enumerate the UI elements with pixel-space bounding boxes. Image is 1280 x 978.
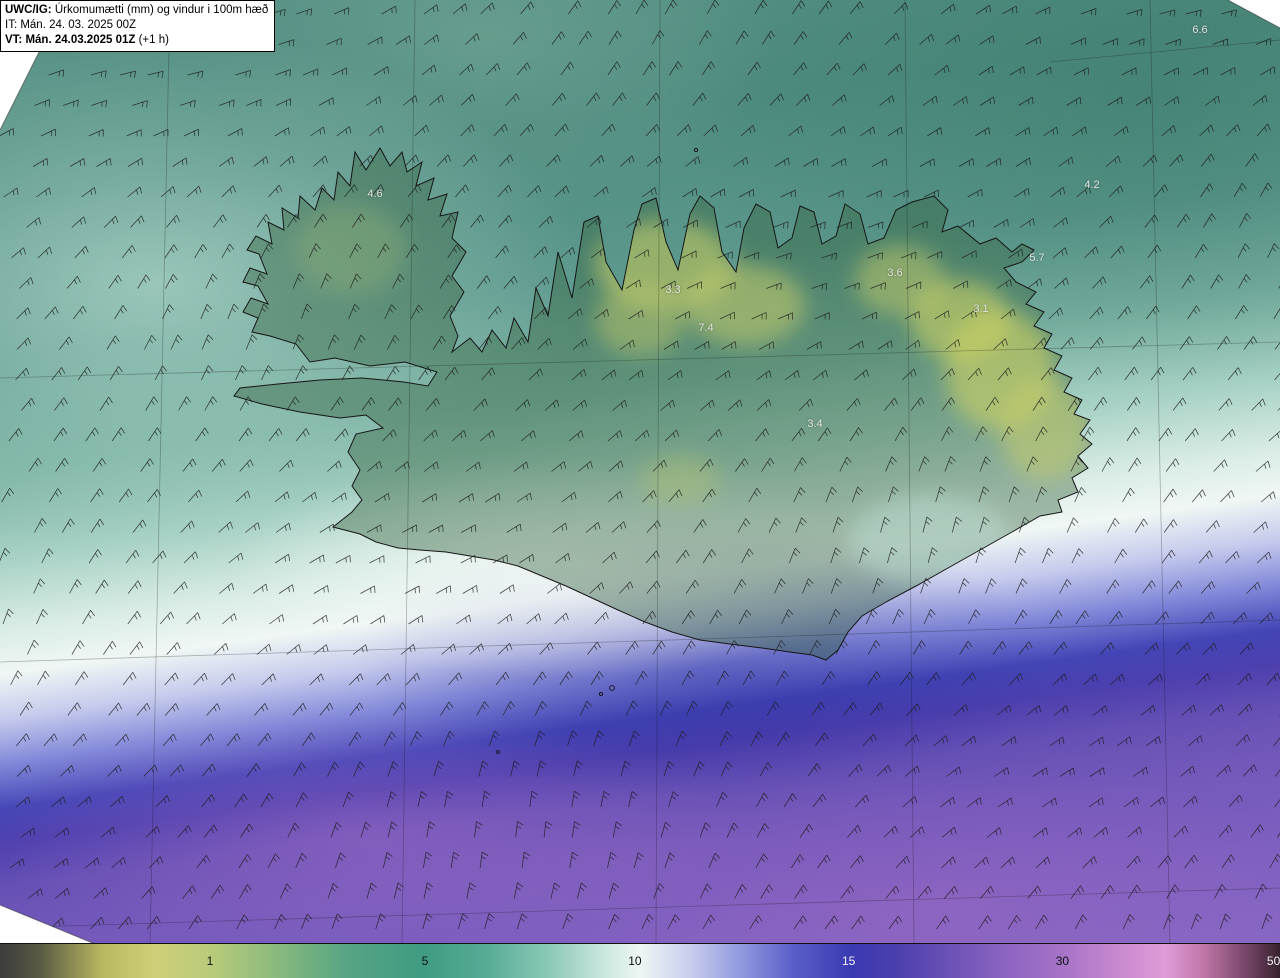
valid-time: VT: Mán. 24.03.2025 01Z (+1 h) <box>5 33 169 46</box>
weather-map-page: 6.6 4.6 4.2 5.7 3.6 3.3 3.1 7.4 3.4 UWC/IG: Úrko… <box>0 0 1280 978</box>
colorbar-tick: 30 <box>1055 954 1070 968</box>
colorbar-tick: 5 <box>421 954 429 968</box>
init-time: IT: Mán. 24. 03. 2025 00Z <box>5 18 137 31</box>
map-overlay-svg <box>0 0 1280 944</box>
product-code: UWC/IG: <box>5 4 52 16</box>
product-title: UWC/IG: Úrkomumætti (mm) og vindur i 100… <box>5 4 269 16</box>
map-title-box: UWC/IG: Úrkomumætti (mm) og vindur i 100… <box>0 0 276 52</box>
colorbar-tick: 50 <box>1266 954 1280 968</box>
colorbar-tick: 1 <box>206 954 214 968</box>
precipitation-colorbar: 1 5 10 15 30 50 <box>0 943 1280 978</box>
colorbar-tick: 10 <box>628 954 642 968</box>
colorbar-tick: 15 <box>841 954 856 968</box>
